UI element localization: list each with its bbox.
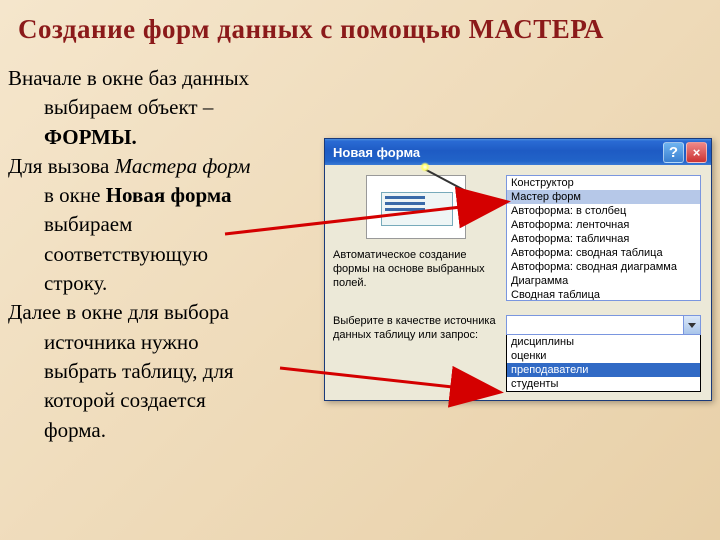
- source-label: Выберите в качестве источника данных таб…: [333, 315, 498, 343]
- slide-title: Создание форм данных с помощью МАСТЕРА: [0, 0, 720, 53]
- source-combobox[interactable]: [506, 315, 701, 335]
- t: строку.: [44, 271, 107, 295]
- form-type-option[interactable]: Диаграмма: [507, 274, 700, 288]
- form-type-option[interactable]: Автоформа: ленточная: [507, 218, 700, 232]
- new-form-dialog: Новая форма ? × Автоматическое создание …: [324, 138, 712, 401]
- t: Вначале в окне баз данных: [8, 66, 249, 90]
- t: Новая форма: [106, 183, 232, 207]
- form-preview: [366, 175, 466, 239]
- dialog-titlebar[interactable]: Новая форма ? ×: [325, 139, 711, 165]
- t: выбираем объект –: [44, 95, 213, 119]
- form-type-option[interactable]: Мастер форм: [507, 190, 700, 204]
- t: источника нужно: [44, 330, 199, 354]
- form-type-option[interactable]: Конструктор: [507, 176, 700, 190]
- t: Мастера форм: [115, 154, 251, 178]
- slide-body: Вначале в окне баз данных выбираем объек…: [8, 65, 338, 446]
- form-type-option[interactable]: Автоформа: табличная: [507, 232, 700, 246]
- close-button[interactable]: ×: [686, 142, 707, 163]
- t: соответствующую: [44, 242, 208, 266]
- t: в окне: [44, 183, 106, 207]
- source-option[interactable]: дисциплины: [507, 335, 700, 349]
- t: выбрать таблицу, для: [44, 359, 234, 383]
- form-type-option[interactable]: Автоформа: сводная таблица: [507, 246, 700, 260]
- source-dropdown-list[interactable]: дисциплиныоценкипреподавателистуденты: [506, 335, 701, 392]
- source-option[interactable]: оценки: [507, 349, 700, 363]
- wizard-wand-icon: [424, 168, 469, 193]
- t: Для вызова: [8, 154, 115, 178]
- help-button[interactable]: ?: [663, 142, 684, 163]
- t: ФОРМЫ.: [44, 125, 137, 149]
- source-option[interactable]: преподаватели: [507, 363, 700, 377]
- t: Далее в окне для выбора: [8, 300, 229, 324]
- source-option[interactable]: студенты: [507, 377, 700, 391]
- form-type-listbox[interactable]: КонструкторМастер формАвтоформа: в столб…: [506, 175, 701, 301]
- form-type-option[interactable]: Сводная таблица: [507, 288, 700, 301]
- form-type-option[interactable]: Автоформа: сводная диаграмма: [507, 260, 700, 274]
- t: выбираем: [44, 212, 132, 236]
- wizard-description: Автоматическое создание формы на основе …: [333, 249, 493, 290]
- dialog-title: Новая форма: [333, 145, 661, 160]
- t: которой создается: [44, 388, 206, 412]
- t: форма.: [44, 418, 106, 442]
- form-type-option[interactable]: Автоформа: в столбец: [507, 204, 700, 218]
- combobox-dropdown-button[interactable]: [683, 316, 700, 334]
